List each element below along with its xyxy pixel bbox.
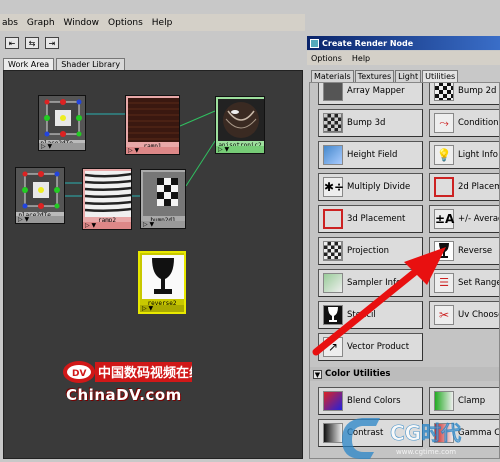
bump-2d-button[interactable]: Bump 2d bbox=[429, 83, 499, 105]
clamp-icon bbox=[434, 391, 454, 411]
place2d-swatch-icon bbox=[44, 99, 82, 137]
light-info-button[interactable]: 💡 Light Info bbox=[429, 141, 499, 169]
bump2d-node[interactable]: bump2d1 ▷ ▼ bbox=[140, 169, 186, 229]
tab-materials[interactable]: Materials bbox=[311, 70, 354, 82]
ramp1-node[interactable]: ramp1 ▷ ▼ bbox=[125, 95, 180, 155]
average-button[interactable]: ±A +/- Average bbox=[429, 205, 499, 233]
bump-3d-button[interactable]: Bump 3d bbox=[318, 109, 423, 137]
2d-placement-button[interactable]: 2d Placement bbox=[429, 173, 499, 201]
bump-3d-icon bbox=[323, 113, 343, 133]
cg-text: CG时代 bbox=[390, 421, 461, 445]
render-node-menubar: Options Help bbox=[307, 51, 500, 65]
maya-window-icon bbox=[310, 38, 319, 48]
chinadv-logo-icon: DV 中国数码视频在线 bbox=[63, 361, 202, 383]
stencil-button[interactable]: Stencil bbox=[318, 301, 423, 329]
hypershade-tabs: Work Area Shader Library bbox=[0, 54, 305, 70]
vector-product-icon: ↗ bbox=[323, 337, 343, 357]
bump-2d-icon bbox=[434, 83, 454, 101]
tab-utilities[interactable]: Utilities bbox=[422, 70, 459, 82]
reverse-goblet-icon bbox=[434, 241, 454, 261]
uv-chooser-button[interactable]: ✂ Uv Chooser bbox=[429, 301, 499, 329]
place2d-node-2[interactable]: place2dTe... ▷ ▼ bbox=[15, 167, 65, 224]
graph-input-icon[interactable]: ⇤ bbox=[5, 37, 19, 49]
condition-icon: ⤳ bbox=[434, 113, 454, 133]
multiply-divide-icon: ✱÷ bbox=[323, 177, 344, 197]
hypershade-toolbar: ⇤ ⇆ ⇥ bbox=[0, 32, 305, 54]
node-port-bar[interactable]: ▷ ▼ bbox=[16, 216, 64, 223]
sphere-swatch-icon bbox=[218, 99, 264, 141]
height-field-icon bbox=[323, 145, 343, 165]
wire bbox=[179, 110, 216, 127]
menu-graph[interactable]: Graph bbox=[27, 18, 55, 28]
utilities-panel[interactable]: Array Mapper Bump 2d Bump 3d ⤳ Condition… bbox=[309, 82, 500, 459]
cgtime-watermark: CG时代 www.cgtime.com bbox=[340, 410, 500, 459]
create-render-node-titlebar[interactable]: Create Render Node bbox=[307, 36, 500, 50]
vector-product-button[interactable]: ↗ Vector Product bbox=[318, 333, 423, 361]
condition-button[interactable]: ⤳ Condition bbox=[429, 109, 499, 137]
node-port-bar[interactable]: ▷ ▼ bbox=[126, 147, 179, 154]
ramp2-node[interactable]: ramp2 ▷ ▼ bbox=[82, 168, 132, 230]
tab-shader-library[interactable]: Shader Library bbox=[56, 58, 126, 70]
place2d-swatch-icon bbox=[22, 171, 60, 209]
menu-help[interactable]: Help bbox=[152, 18, 173, 28]
checker-swatch-icon bbox=[143, 172, 185, 216]
3d-placement-icon bbox=[323, 209, 343, 229]
stencil-goblet-icon bbox=[323, 305, 343, 325]
height-field-button[interactable]: Height Field bbox=[318, 141, 423, 169]
tab-light[interactable]: Light bbox=[395, 70, 422, 82]
tab-work-area[interactable]: Work Area bbox=[3, 58, 55, 70]
reverse-node[interactable]: reverse2 ▷ ▼ bbox=[138, 251, 186, 314]
node-port-bar[interactable]: ▷ ▼ bbox=[216, 146, 264, 153]
2d-placement-icon bbox=[434, 177, 454, 197]
projection-icon bbox=[323, 241, 343, 261]
node-port-bar[interactable]: ▷ ▼ bbox=[83, 222, 131, 229]
cg-url: www.cgtime.com bbox=[396, 448, 456, 456]
anisotropic-node[interactable]: anisotropic2 ▷ ▼ bbox=[215, 96, 265, 154]
chinadv-logo: DV 中国数码视频在线 bbox=[62, 358, 202, 386]
color-utilities-header[interactable]: ▼ Color Utilities bbox=[310, 367, 499, 381]
set-range-icon: ☰ bbox=[434, 273, 454, 293]
light-info-icon: 💡 bbox=[434, 145, 454, 165]
collapse-arrow-icon[interactable]: ▼ bbox=[313, 369, 322, 379]
3d-placement-button[interactable]: 3d Placement bbox=[318, 205, 423, 233]
menu-window[interactable]: Window bbox=[64, 18, 100, 28]
logo-cn-text: 中国数码视频在线 bbox=[98, 365, 192, 381]
ramp-swatch-icon bbox=[85, 171, 131, 217]
array-mapper-icon bbox=[323, 83, 343, 101]
graph-io-icon[interactable]: ⇆ bbox=[25, 37, 39, 49]
node-port-bar[interactable]: ▷ ▼ bbox=[39, 143, 85, 150]
reverse-button[interactable]: Reverse bbox=[429, 237, 499, 265]
menu-options[interactable]: Options bbox=[108, 18, 143, 28]
menu-help[interactable]: Help bbox=[352, 54, 370, 63]
uv-chooser-icon: ✂ bbox=[434, 305, 454, 325]
menu-tabs[interactable]: abs bbox=[2, 18, 18, 28]
wire bbox=[185, 140, 216, 187]
chinadv-url: ChinaDV.com bbox=[66, 386, 182, 404]
node-port-bar[interactable]: ▷ ▼ bbox=[140, 305, 184, 312]
hypershade-menubar: abs Graph Window Options Help bbox=[0, 14, 305, 31]
multiply-divide-button[interactable]: ✱÷ Multiply Divide bbox=[318, 173, 423, 201]
projection-button[interactable]: Projection bbox=[318, 237, 423, 265]
sampler-info-button[interactable]: Sampler Info bbox=[318, 269, 423, 297]
set-range-button[interactable]: ☰ Set Range bbox=[429, 269, 499, 297]
blend-colors-icon bbox=[323, 391, 343, 411]
window-title: Create Render Node bbox=[322, 38, 414, 48]
tab-textures[interactable]: Textures bbox=[354, 70, 395, 82]
average-icon: ±A bbox=[434, 209, 454, 229]
array-mapper-button[interactable]: Array Mapper bbox=[318, 83, 423, 105]
graph-output-icon[interactable]: ⇥ bbox=[45, 37, 59, 49]
ramp-swatch-icon bbox=[128, 98, 179, 142]
render-node-tabs: Materials Textures Light Utilities bbox=[307, 66, 500, 82]
menu-options[interactable]: Options bbox=[311, 54, 342, 63]
goblet-swatch-icon bbox=[142, 255, 184, 299]
cgtime-logo-icon: CG时代 www.cgtime.com bbox=[342, 418, 461, 459]
place2d-node-1[interactable]: place2dTe... ▷ ▼ bbox=[38, 95, 86, 151]
logo-mark: DV bbox=[72, 369, 86, 379]
sampler-info-icon bbox=[323, 273, 343, 293]
node-port-bar[interactable]: ▷ ▼ bbox=[141, 221, 185, 228]
